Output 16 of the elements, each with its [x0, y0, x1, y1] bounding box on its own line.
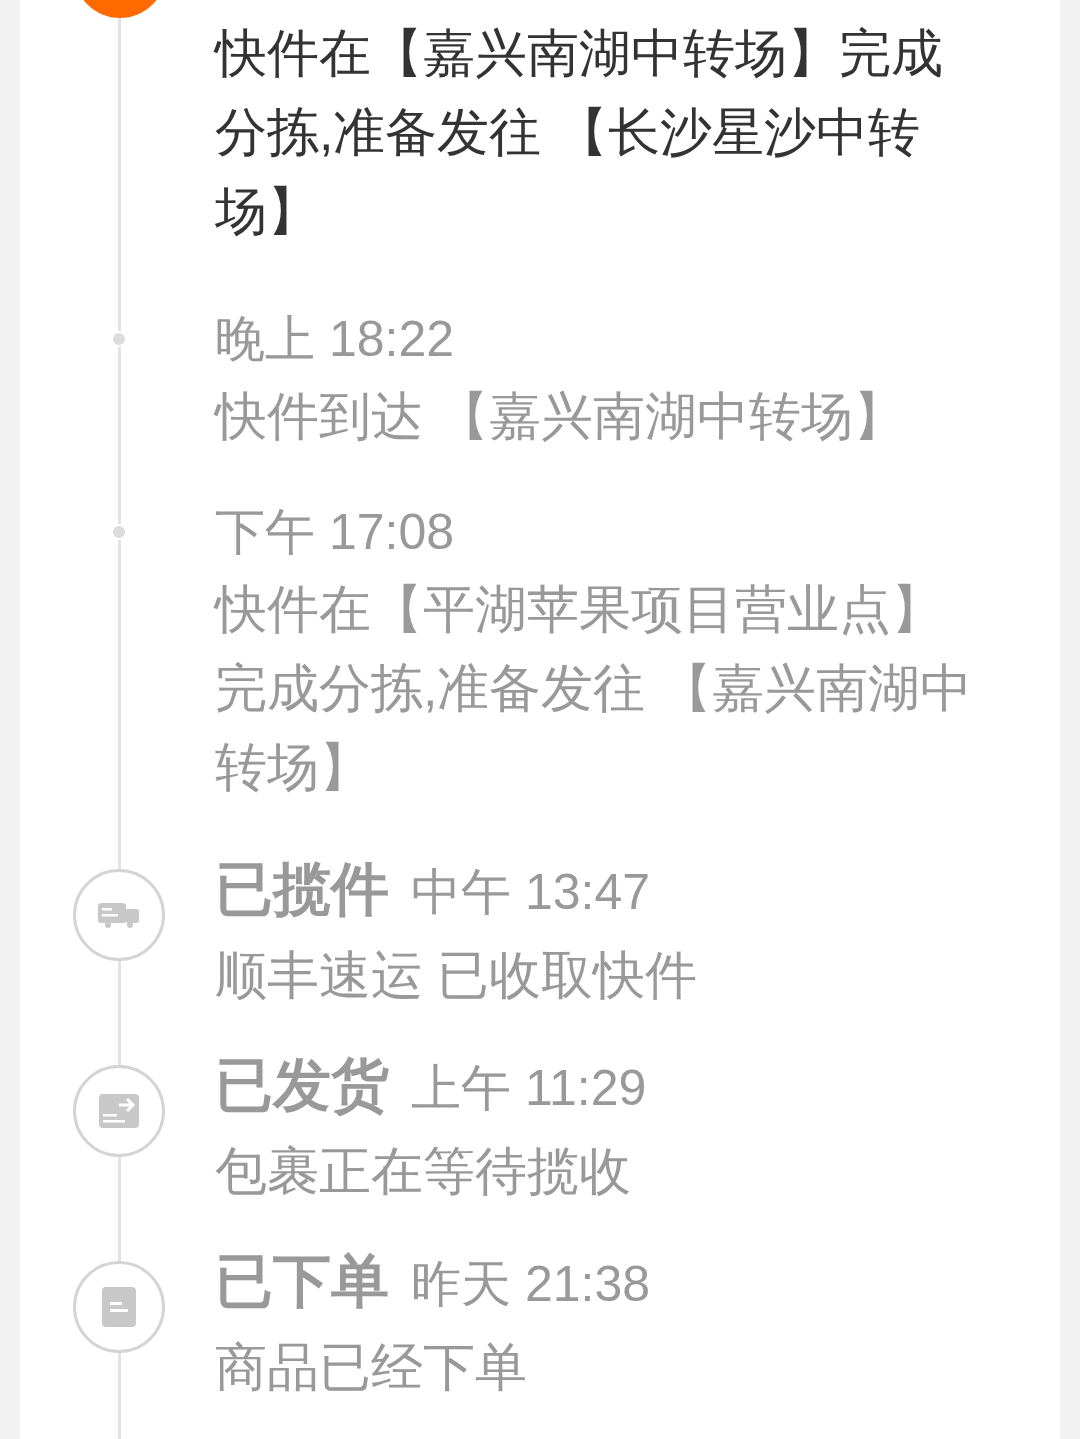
event-description: 包裹正在等待揽收 [215, 1141, 632, 1202]
event-time: 中午 13:47 [411, 863, 650, 922]
status-title: 已下单 [215, 1247, 389, 1315]
event-time: 下午 17:08 [215, 503, 455, 562]
event-description: 快件到达 【嘉兴南湖中转场】 [215, 386, 907, 447]
event-description: 商品已经下单 [215, 1337, 528, 1398]
event-description: 快件在【平湖苹果项目营业点】完成分拣,准备发往 【嘉兴南湖中转场】 [215, 579, 973, 798]
status-title: 已发货 [215, 1051, 389, 1119]
event-time: 昨天 21:38 [411, 1255, 650, 1314]
event-description: 快件在【嘉兴南湖中转场】完成分拣,准备发往 【长沙星沙中转场】 [215, 23, 944, 242]
event-time: 晚上 18:22 [215, 310, 455, 369]
truck-icon [98, 901, 140, 929]
event-description: 顺丰速运 已收取快件 [215, 945, 699, 1006]
status-title: 已揽件 [215, 855, 389, 923]
event-time: 上午 11:29 [411, 1059, 647, 1118]
document-icon [102, 1287, 136, 1327]
